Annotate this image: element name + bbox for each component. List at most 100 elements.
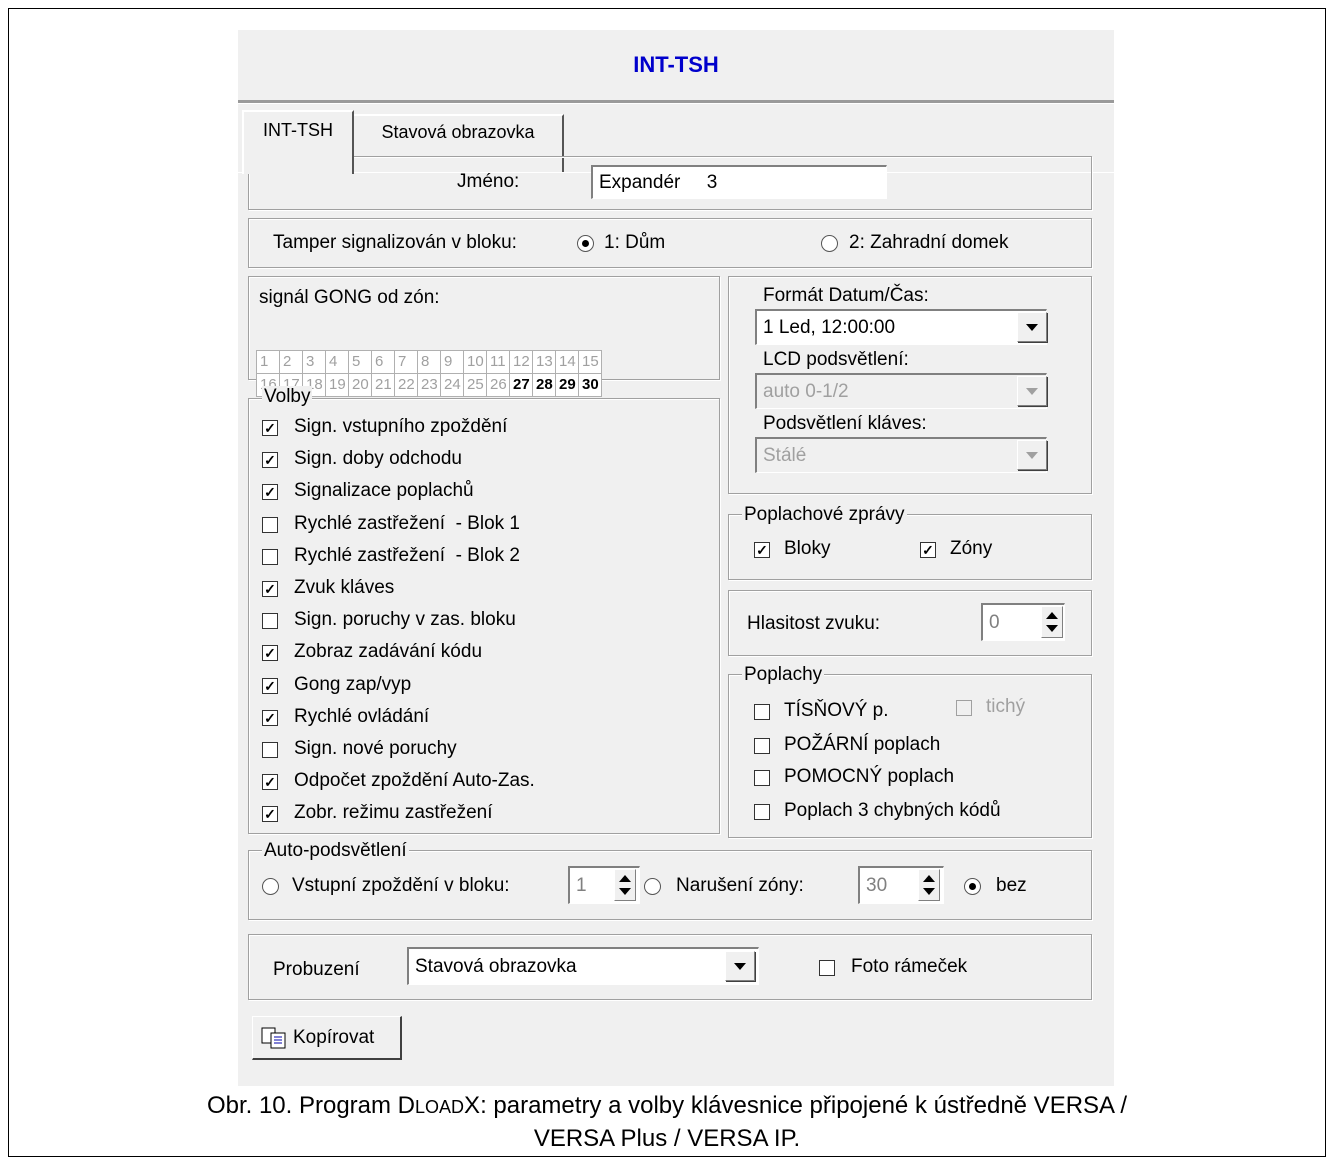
gong-zone-cell[interactable]: 2 xyxy=(280,351,303,374)
gong-zone-cell[interactable]: 26 xyxy=(487,374,510,397)
gong-zone-cell[interactable]: 6 xyxy=(372,351,395,374)
volby-item-label: Sign. vstupního zpoždění xyxy=(294,416,508,437)
volby-checkbox[interactable]: ✓ xyxy=(262,452,278,469)
tamper-option-1-label: 1: Dům xyxy=(604,232,666,253)
foto-ramecek-checkbox[interactable] xyxy=(819,960,835,976)
naruseni-spinner[interactable] xyxy=(918,869,940,901)
caption-line-1: Obr. 10. Program DLOADX: parametry a vol… xyxy=(0,1090,1334,1123)
volby-checkbox[interactable]: ✓ xyxy=(262,709,278,726)
gong-zone-cell[interactable]: 9 xyxy=(441,351,464,374)
volby-item-label: Rychlé zastřežení - Blok 1 xyxy=(294,512,520,534)
volby-item-label: Rychlé zastřežení - Blok 2 xyxy=(294,544,520,566)
gong-zone-cell[interactable]: 14 xyxy=(556,351,579,374)
volby-checkbox[interactable] xyxy=(262,548,278,565)
volby-checkbox[interactable]: ✓ xyxy=(262,645,278,662)
gong-zone-cell[interactable]: 4 xyxy=(326,351,349,374)
poplachove-zpravy-legend: Poplachové zprávy xyxy=(742,504,907,526)
auto-podsvetleni-legend: Auto-podsvětlení xyxy=(262,840,409,862)
pozarni-checkbox[interactable] xyxy=(754,738,770,754)
tamper-radio-1[interactable] xyxy=(577,235,594,252)
caption-line-2: VERSA Plus / VERSA IP. xyxy=(533,1125,801,1152)
volby-checkbox[interactable] xyxy=(262,613,278,630)
gong-zone-cell[interactable]: 22 xyxy=(395,374,418,397)
zony-checkbox[interactable]: ✓ xyxy=(920,542,936,558)
volby-checkbox[interactable] xyxy=(262,516,278,533)
gong-zone-cell[interactable]: 23 xyxy=(418,374,441,397)
naruseni-radio[interactable] xyxy=(644,878,661,895)
gong-zone-cell[interactable]: 20 xyxy=(349,374,372,397)
gong-zone-cell[interactable]: 25 xyxy=(464,374,487,397)
lcd-select[interactable]: auto 0-1/2 xyxy=(755,373,1047,409)
chevron-down-icon xyxy=(1026,451,1038,459)
tab-int-tsh[interactable]: INT-TSH xyxy=(242,110,354,174)
pomocny-label: POMOCNÝ poplach xyxy=(784,766,955,787)
bez-label: bez xyxy=(996,875,1027,896)
vstupni-radio[interactable] xyxy=(262,878,279,895)
volby-checkbox[interactable]: ✓ xyxy=(262,774,278,791)
gong-zone-cell[interactable]: 27 xyxy=(510,374,533,397)
name-field[interactable]: Expandér 3 xyxy=(591,165,887,199)
format-dropdown-button[interactable] xyxy=(1017,312,1047,342)
volby-item-label: Rychlé ovládání xyxy=(294,705,430,727)
figure-caption: Obr. 10. Program DLOADX: parametry a vol… xyxy=(0,1090,1334,1155)
volby-item-label: Zvuk kláves xyxy=(294,577,395,598)
format-select[interactable]: 1 Led, 12:00:00 xyxy=(755,309,1047,345)
gong-zone-cell[interactable]: 1 xyxy=(257,351,280,374)
copy-button[interactable]: Kopírovat xyxy=(252,1016,402,1060)
arrow-down-icon xyxy=(619,887,631,895)
gong-zone-cell[interactable]: 21 xyxy=(372,374,395,397)
volby-checkbox[interactable]: ✓ xyxy=(262,806,278,823)
keys-backlight-dropdown-button[interactable] xyxy=(1017,440,1047,470)
probuzeni-dropdown-button[interactable] xyxy=(725,951,755,981)
gong-zone-cell[interactable]: 11 xyxy=(487,351,510,374)
volby-checkbox[interactable]: ✓ xyxy=(262,484,278,501)
tichy-checkbox[interactable] xyxy=(956,700,972,716)
name-label: Jméno: xyxy=(457,171,520,192)
gong-zone-cell[interactable]: 24 xyxy=(441,374,464,397)
gong-zone-cell[interactable]: 13 xyxy=(533,351,556,374)
chybne-kody-checkbox[interactable] xyxy=(754,804,770,820)
volume-panel: Hlasitost zvuku: 0 xyxy=(728,590,1092,656)
volby-item-label: Sign. nové poruchy xyxy=(294,738,457,759)
volby-checkbox[interactable]: ✓ xyxy=(262,677,278,694)
arrow-up-icon xyxy=(923,875,935,883)
name-panel: Jméno: Expandér 3 xyxy=(248,156,1092,210)
vstupni-spinner[interactable] xyxy=(614,869,636,901)
probuzeni-select[interactable]: Stavová obrazovka xyxy=(407,947,759,985)
gong-zone-cell[interactable]: 19 xyxy=(326,374,349,397)
gong-zone-cell[interactable]: 15 xyxy=(579,351,602,374)
gong-zone-cell[interactable]: 3 xyxy=(303,351,326,374)
gong-zone-cell[interactable]: 10 xyxy=(464,351,487,374)
volume-label: Hlasitost zvuku: xyxy=(747,613,881,634)
gong-zone-cell[interactable]: 29 xyxy=(556,374,579,397)
bez-radio[interactable] xyxy=(964,878,981,895)
volby-checkbox[interactable]: ✓ xyxy=(262,581,278,597)
pomocny-checkbox[interactable] xyxy=(754,770,770,786)
bloky-checkbox[interactable]: ✓ xyxy=(754,542,770,558)
gong-zone-cell[interactable]: 7 xyxy=(395,351,418,374)
volume-spinner[interactable] xyxy=(1041,606,1063,638)
volby-item-label: Odpočet zpoždění Auto-Zas. xyxy=(294,770,535,792)
caption-smallcaps: LOAD xyxy=(415,1097,465,1117)
tisnovy-checkbox[interactable] xyxy=(754,704,770,720)
volby-checkbox[interactable] xyxy=(262,742,278,758)
volby-item-label: Signalizace poplachů xyxy=(294,480,474,502)
chevron-down-icon xyxy=(734,962,746,970)
volby-checkbox[interactable]: ✓ xyxy=(262,420,278,436)
foto-ramecek-label: Foto rámeček xyxy=(851,956,968,977)
tamper-radio-2[interactable] xyxy=(821,235,838,252)
keys-backlight-select[interactable]: Stálé xyxy=(755,437,1047,473)
gong-zone-cell[interactable]: 28 xyxy=(533,374,556,397)
gong-zone-cell[interactable]: 12 xyxy=(510,351,533,374)
copy-icon xyxy=(261,1027,286,1048)
tamper-panel: Tamper signalizován v bloku: 1: Dům 2: Z… xyxy=(248,218,1092,268)
caption-prefix: Obr. 10. Program D xyxy=(206,1092,416,1119)
lcd-dropdown-button[interactable] xyxy=(1017,376,1047,406)
gong-zone-cell[interactable]: 30 xyxy=(579,374,602,397)
volby-item-label: Zobraz zadávání kódu xyxy=(294,641,483,663)
gong-zone-cell[interactable]: 8 xyxy=(418,351,441,374)
tamper-label: Tamper signalizován v bloku: xyxy=(273,232,517,253)
bloky-label: Bloky xyxy=(784,538,831,559)
gong-zone-cell[interactable]: 5 xyxy=(349,351,372,374)
title-divider xyxy=(238,100,1114,104)
